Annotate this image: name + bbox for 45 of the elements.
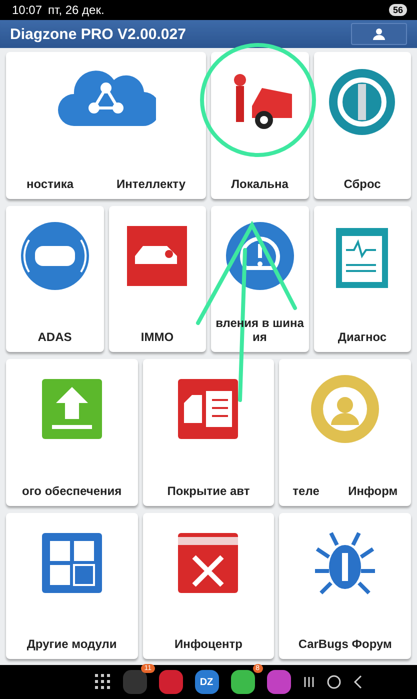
menu-tile[interactable]: теле Информ	[279, 359, 411, 506]
menu-tile[interactable]: CarBugs Форум	[279, 512, 411, 659]
tile-label: Информ	[348, 484, 398, 498]
app-icon[interactable]: DZ	[194, 670, 218, 694]
app-title: Diagzone PRO V2.00.027	[10, 26, 186, 42]
tile-label: ия	[252, 330, 267, 344]
tile-label: Другие модули	[26, 637, 117, 651]
tile-label: Покрытие авт	[167, 484, 250, 498]
tile-label: Инфоцентр	[174, 637, 243, 651]
app-icon[interactable]	[266, 670, 290, 694]
status-time: 10:07	[12, 3, 42, 17]
menu-tile[interactable]: Сброс	[314, 52, 411, 198]
user-circle-icon	[309, 373, 382, 445]
menu-tile[interactable]: ADAS	[6, 206, 104, 352]
menu-tile[interactable]: ого обеспечения	[6, 359, 138, 506]
menu-tile[interactable]: IMMO	[108, 206, 206, 352]
menu-tile[interactable]: Покрытие авт	[142, 359, 274, 506]
back-icon[interactable]	[352, 675, 362, 689]
home-icon[interactable]	[326, 675, 340, 689]
tire-pressure-icon	[224, 220, 296, 292]
app-icon[interactable]	[158, 670, 182, 694]
user-icon	[373, 28, 385, 40]
tile-label: теле	[292, 484, 320, 498]
tile-label: Диагнос	[338, 330, 387, 344]
tile-label: Сброс	[344, 176, 381, 190]
recent-apps-icon[interactable]	[302, 676, 314, 688]
tile-label: Локальна	[231, 176, 288, 190]
menu-tile[interactable]: ностика Интеллекту	[6, 52, 206, 198]
menu-tile[interactable]: Другие модули	[6, 512, 138, 659]
tile-label: ADAS	[38, 330, 72, 344]
tile-label: IMMO	[140, 330, 174, 344]
menu-tile[interactable]: Инфоцентр	[142, 512, 274, 659]
app-drawer-icon[interactable]	[94, 674, 110, 690]
account-button[interactable]	[351, 23, 407, 45]
tile-label: Интеллекту	[116, 176, 186, 190]
menu-tile[interactable]: Локальна	[211, 52, 308, 198]
status-date: пт, 26 дек.	[48, 3, 104, 17]
tile-label: CarBugs Форум	[298, 637, 392, 651]
app-icon[interactable]	[230, 670, 254, 694]
car-sensor-icon	[18, 220, 91, 292]
app-label: DZ	[200, 676, 214, 688]
tile-label: ого обеспечения	[22, 484, 122, 498]
battery-level: 56	[388, 4, 407, 16]
tile-label: ностика	[26, 176, 74, 190]
menu-tile[interactable]: Диагнос	[314, 206, 411, 352]
